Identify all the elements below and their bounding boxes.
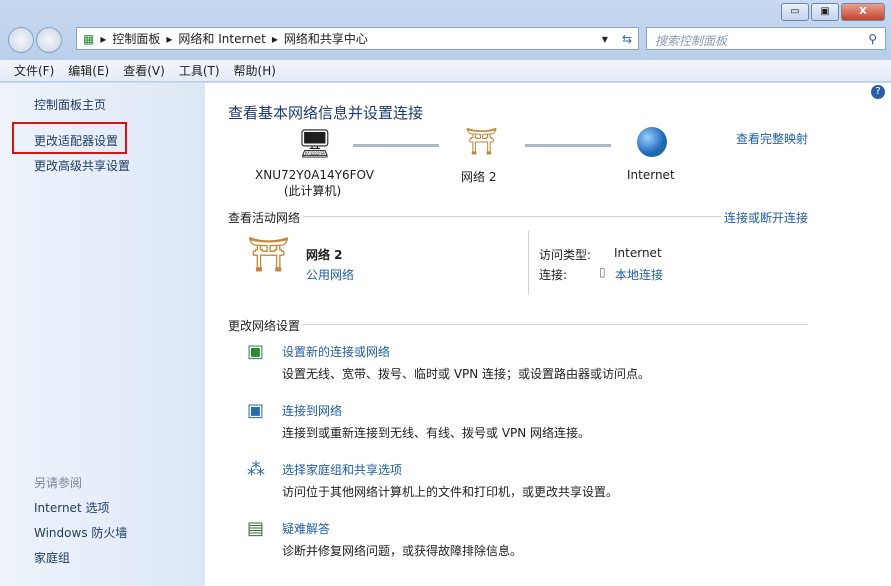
change-settings-header: 更改网络设置 xyxy=(228,319,301,333)
task-desc: 设置无线、宽带、拨号、临时或 VPN 连接；或设置路由器或访问点。 xyxy=(282,367,651,381)
computer-sub: (此计算机) xyxy=(283,184,342,198)
task-title[interactable]: 疑难解答 xyxy=(282,520,330,537)
help-icon[interactable]: ? xyxy=(871,85,885,99)
sidebar-item-homegroup[interactable]: 家庭组 xyxy=(34,549,70,566)
refresh-icon[interactable]: ⇆ xyxy=(622,32,632,46)
connect-disconnect-link[interactable]: 连接或断开连接 xyxy=(724,209,808,226)
globe-icon xyxy=(637,127,667,157)
computer-name: XNU72Y0A14Y6FOV xyxy=(255,168,375,182)
network-label: 网络 2 xyxy=(461,170,497,184)
address-bar[interactable]: ▦ ▸ 控制面板 ▸ 网络和 Internet ▸ 网络和共享中心 ▾ ⇆ xyxy=(76,27,639,50)
dropdown-icon[interactable]: ▾ xyxy=(602,32,608,46)
troubleshoot-icon: ▤ xyxy=(247,518,265,539)
sidebar-item-firewall[interactable]: Windows 防火墙 xyxy=(34,524,127,541)
see-also-label: 另请参阅 xyxy=(34,476,83,490)
local-connection-link[interactable]: 本地连接 xyxy=(615,266,663,283)
access-type-label: 访问类型: xyxy=(539,248,592,262)
computer-icon: 🖥 xyxy=(297,127,333,160)
network-name: 网络 2 xyxy=(306,248,343,262)
task-title[interactable]: 选择家庭组和共享选项 xyxy=(282,461,402,478)
sidebar-item-internet-options[interactable]: Internet 选项 xyxy=(34,499,109,516)
view-full-map-link[interactable]: 查看完整映射 xyxy=(736,130,808,147)
sidebar: 控制面板主页 更改适配器设置 更改高级共享设置 另请参阅 Internet 选项… xyxy=(0,83,205,586)
minimize-button[interactable]: ▭ xyxy=(781,3,809,21)
connect-network-icon: ▣ xyxy=(247,400,265,421)
sidebar-item-sharing[interactable]: 更改高级共享设置 xyxy=(34,157,130,174)
menu-bar: 文件(F) 编辑(E) 查看(V) 工具(T) 帮助(H) xyxy=(0,60,891,82)
sidebar-item-home[interactable]: 控制面板主页 xyxy=(34,96,106,113)
search-input[interactable]: 搜索控制面板 ⚲ xyxy=(646,27,886,50)
control-panel-icon: ▦ xyxy=(83,31,95,46)
network-type-link[interactable]: 公用网络 xyxy=(306,266,354,283)
task-desc: 连接到或重新连接到无线、有线、拨号或 VPN 网络连接。 xyxy=(282,426,591,440)
bench-icon: ⛩ xyxy=(465,127,499,157)
maximize-button[interactable]: ▣ xyxy=(811,3,839,21)
title-bar: ▭ ▣ X ▦ ▸ 控制面板 ▸ 网络和 Internet ▸ 网络和共享中心 ▾ ⇆ 搜… xyxy=(0,0,891,60)
connection-label: 连接: xyxy=(539,268,568,282)
main-panel: ? 查看基本网络信息并设置连接 🖥 ⛩ 查看完整映射 XNU72Y0A14Y6F… xyxy=(205,83,891,586)
bench-large-icon: ⛩ xyxy=(247,235,291,275)
menu-view[interactable]: 查看(V) xyxy=(123,62,165,79)
search-icon[interactable]: ⚲ xyxy=(868,32,877,46)
back-button[interactable] xyxy=(8,27,34,53)
crumb[interactable]: 网络和共享中心 xyxy=(284,30,368,47)
task-desc: 诊断并修复网络问题，或获得故障排除信息。 xyxy=(282,544,523,558)
close-button[interactable]: X xyxy=(841,3,885,21)
active-networks-header: 查看活动网络 xyxy=(228,211,301,225)
crumb[interactable]: 网络和 Internet xyxy=(178,30,265,47)
crumb[interactable]: 控制面板 xyxy=(112,30,160,47)
sidebar-item-adapter[interactable]: 更改适配器设置 xyxy=(34,132,118,149)
task-title[interactable]: 设置新的连接或网络 xyxy=(282,343,390,360)
task-desc: 访问位于其他网络计算机上的文件和打印机，或更改共享设置。 xyxy=(282,485,619,499)
internet-label: Internet xyxy=(627,168,675,182)
page-title: 查看基本网络信息并设置连接 xyxy=(228,104,424,122)
menu-edit[interactable]: 编辑(E) xyxy=(68,62,109,79)
menu-help[interactable]: 帮助(H) xyxy=(234,62,276,79)
forward-button[interactable] xyxy=(36,27,62,53)
task-title[interactable]: 连接到网络 xyxy=(282,402,342,419)
homegroup-icon: ⁂ xyxy=(247,459,265,480)
ethernet-icon: ▯ xyxy=(599,265,606,279)
new-connection-icon: ▣ xyxy=(247,341,265,362)
access-type-value: Internet xyxy=(614,246,662,260)
menu-file[interactable]: 文件(F) xyxy=(14,62,54,79)
menu-tools[interactable]: 工具(T) xyxy=(179,62,220,79)
